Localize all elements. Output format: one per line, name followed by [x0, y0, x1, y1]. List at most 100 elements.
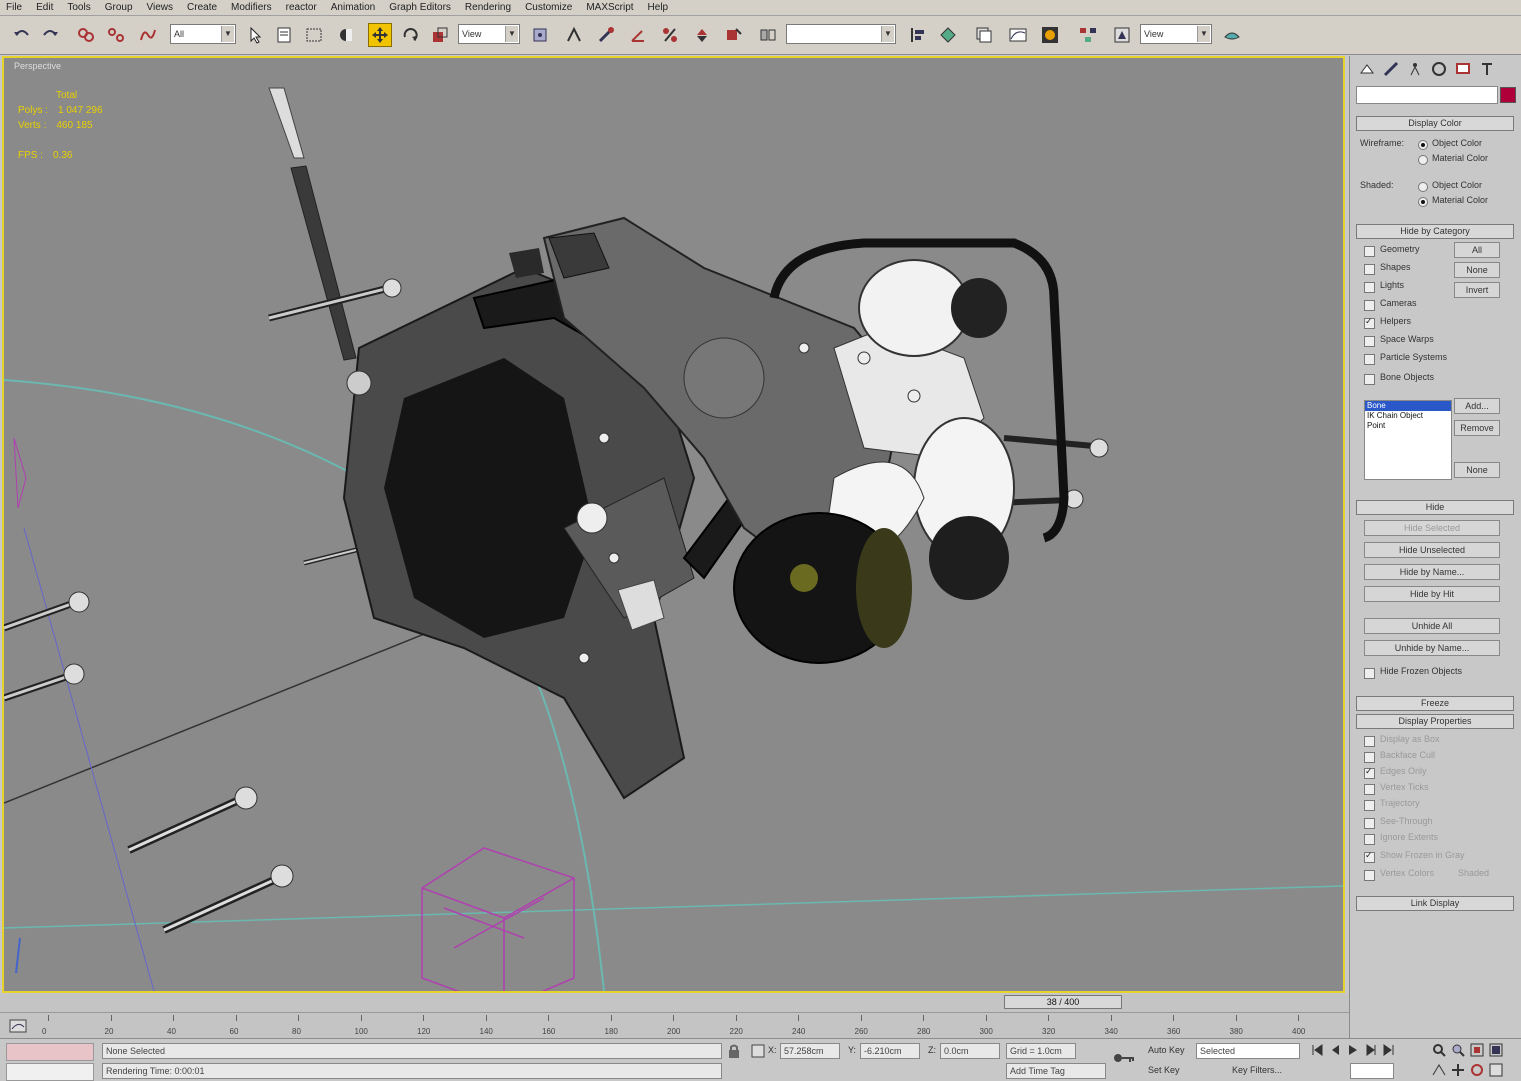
- shaded-object-color-radio[interactable]: [1418, 182, 1428, 192]
- hierarchy-tab-icon[interactable]: [1406, 60, 1424, 78]
- none-button[interactable]: None: [1454, 262, 1500, 278]
- zoom-extents-icon[interactable]: [1470, 1043, 1484, 1057]
- time-slider[interactable]: 38 / 400: [1004, 995, 1122, 1009]
- display-as-box-checkbox[interactable]: [1364, 736, 1375, 747]
- menu-tools[interactable]: Tools: [67, 2, 90, 13]
- menu-maxscript[interactable]: MAXScript: [586, 2, 633, 13]
- material-editor-icon[interactable]: [1038, 23, 1062, 47]
- key-mode-dropdown[interactable]: Selected: [1196, 1043, 1300, 1059]
- display-color-rollout[interactable]: Display Color: [1356, 116, 1514, 131]
- hide-by-category-rollout[interactable]: Hide by Category: [1356, 224, 1514, 239]
- vertex-colors-checkbox[interactable]: [1364, 870, 1375, 881]
- current-frame-field[interactable]: [1350, 1063, 1394, 1079]
- ignore-extents-checkbox[interactable]: [1364, 834, 1375, 845]
- none-list-button[interactable]: None: [1454, 462, 1500, 478]
- category-list[interactable]: Bone IK Chain Object Point: [1364, 400, 1452, 480]
- list-item[interactable]: Bone: [1365, 401, 1451, 411]
- select-link-icon[interactable]: [74, 23, 98, 47]
- trajectory-checkbox[interactable]: [1364, 800, 1375, 811]
- freeze-rollout[interactable]: Freeze: [1356, 696, 1514, 711]
- menu-rendering[interactable]: Rendering: [465, 2, 511, 13]
- wireframe-material-color-radio[interactable]: [1418, 155, 1428, 165]
- absolute-mode-icon[interactable]: [750, 1043, 766, 1059]
- link-display-rollout[interactable]: Link Display: [1356, 896, 1514, 911]
- particle-systems-checkbox[interactable]: [1364, 354, 1375, 365]
- remove-button[interactable]: Remove: [1454, 420, 1500, 436]
- show-frozen-in-gray-checkbox[interactable]: [1364, 850, 1375, 863]
- render-scene-icon[interactable]: [1110, 23, 1134, 47]
- menu-customize[interactable]: Customize: [525, 2, 572, 13]
- helpers-checkbox[interactable]: [1364, 316, 1375, 329]
- key-filters-button[interactable]: Key Filters...: [1232, 1065, 1282, 1075]
- menu-file[interactable]: File: [6, 2, 22, 13]
- shaded-material-color-radio[interactable]: [1418, 197, 1428, 207]
- select-object-icon[interactable]: [244, 23, 268, 47]
- previous-frame-icon[interactable]: [1328, 1043, 1342, 1057]
- display-properties-rollout[interactable]: Display Properties: [1356, 714, 1514, 729]
- lock-selection-icon[interactable]: [726, 1043, 742, 1059]
- wireframe-object-color-radio[interactable]: [1418, 140, 1428, 150]
- hide-by-hit-button[interactable]: Hide by Hit: [1364, 586, 1500, 602]
- angle-snap-icon[interactable]: [626, 23, 650, 47]
- menu-modifiers[interactable]: Modifiers: [231, 2, 272, 13]
- redo-icon[interactable]: [38, 23, 62, 47]
- utilities-tab-icon[interactable]: [1478, 60, 1496, 78]
- edit-named-selection-icon[interactable]: [722, 23, 746, 47]
- named-selection-dropdown[interactable]: ▼: [786, 24, 896, 44]
- rectangular-selection-icon[interactable]: [302, 23, 326, 47]
- hide-unselected-button[interactable]: Hide Unselected: [1364, 542, 1500, 558]
- auto-key-label[interactable]: Auto Key: [1148, 1045, 1185, 1055]
- window-crossing-icon[interactable]: [334, 23, 358, 47]
- select-scale-icon[interactable]: [428, 23, 452, 47]
- menu-create[interactable]: Create: [187, 2, 217, 13]
- add-button[interactable]: Add...: [1454, 398, 1500, 414]
- motion-tab-icon[interactable]: [1430, 60, 1448, 78]
- bone-objects-checkbox[interactable]: [1364, 374, 1375, 385]
- next-frame-icon[interactable]: [1364, 1043, 1378, 1057]
- pan-icon[interactable]: [1451, 1063, 1465, 1077]
- select-rotate-icon[interactable]: [398, 23, 422, 47]
- unhide-all-button[interactable]: Unhide All: [1364, 618, 1500, 634]
- list-item[interactable]: Point: [1365, 421, 1451, 431]
- object-name-field[interactable]: [1356, 86, 1498, 104]
- layer-manager-icon[interactable]: [972, 23, 996, 47]
- list-item[interactable]: IK Chain Object: [1365, 411, 1451, 421]
- zoom-icon[interactable]: [1432, 1043, 1446, 1057]
- set-key-label[interactable]: Set Key: [1148, 1065, 1180, 1075]
- menu-help[interactable]: Help: [648, 2, 669, 13]
- hide-frozen-checkbox[interactable]: [1364, 668, 1375, 679]
- select-manipulate-icon[interactable]: [562, 23, 586, 47]
- pivot-center-icon[interactable]: [528, 23, 552, 47]
- reference-coordinate-dropdown[interactable]: View ▼: [458, 24, 520, 44]
- hide-rollout[interactable]: Hide: [1356, 500, 1514, 515]
- hide-by-name-button[interactable]: Hide by Name...: [1364, 564, 1500, 580]
- add-time-tag[interactable]: Add Time Tag: [1006, 1063, 1106, 1079]
- quick-render-icon[interactable]: [1220, 23, 1244, 47]
- menu-group[interactable]: Group: [105, 2, 133, 13]
- go-to-end-icon[interactable]: [1382, 1043, 1396, 1057]
- y-coordinate-field[interactable]: -6.210cm: [860, 1043, 920, 1059]
- edges-only-checkbox[interactable]: [1364, 766, 1375, 779]
- arc-rotate-icon[interactable]: [1470, 1063, 1484, 1077]
- zoom-all-icon[interactable]: [1451, 1043, 1465, 1057]
- hide-selected-button[interactable]: Hide Selected: [1364, 520, 1500, 536]
- backface-cull-checkbox[interactable]: [1364, 752, 1375, 763]
- bind-spacewarp-icon[interactable]: [136, 23, 160, 47]
- see-through-checkbox[interactable]: [1364, 818, 1375, 829]
- percent-snap-icon[interactable]: [658, 23, 682, 47]
- menu-edit[interactable]: Edit: [36, 2, 53, 13]
- unlink-icon[interactable]: [104, 23, 128, 47]
- geometry-checkbox[interactable]: [1364, 246, 1375, 257]
- cameras-checkbox[interactable]: [1364, 300, 1375, 311]
- perspective-viewport[interactable]: Perspective Total Polys :1 047 296 Verts…: [2, 56, 1345, 993]
- z-coordinate-field[interactable]: 0.0cm: [940, 1043, 1000, 1059]
- menu-reactor[interactable]: reactor: [286, 2, 317, 13]
- play-icon[interactable]: [1346, 1043, 1360, 1057]
- go-to-start-icon[interactable]: [1310, 1043, 1324, 1057]
- display-tab-icon[interactable]: [1454, 60, 1472, 78]
- mini-curve-editor-icon[interactable]: [8, 1017, 30, 1035]
- track-bar[interactable]: 0 20 40 60 80 100 120 140 160 180 200 220 240 260 280 3…: [0, 1012, 1349, 1039]
- normal-align-icon[interactable]: [936, 23, 960, 47]
- select-by-name-icon[interactable]: [272, 23, 296, 47]
- space-warps-checkbox[interactable]: [1364, 336, 1375, 347]
